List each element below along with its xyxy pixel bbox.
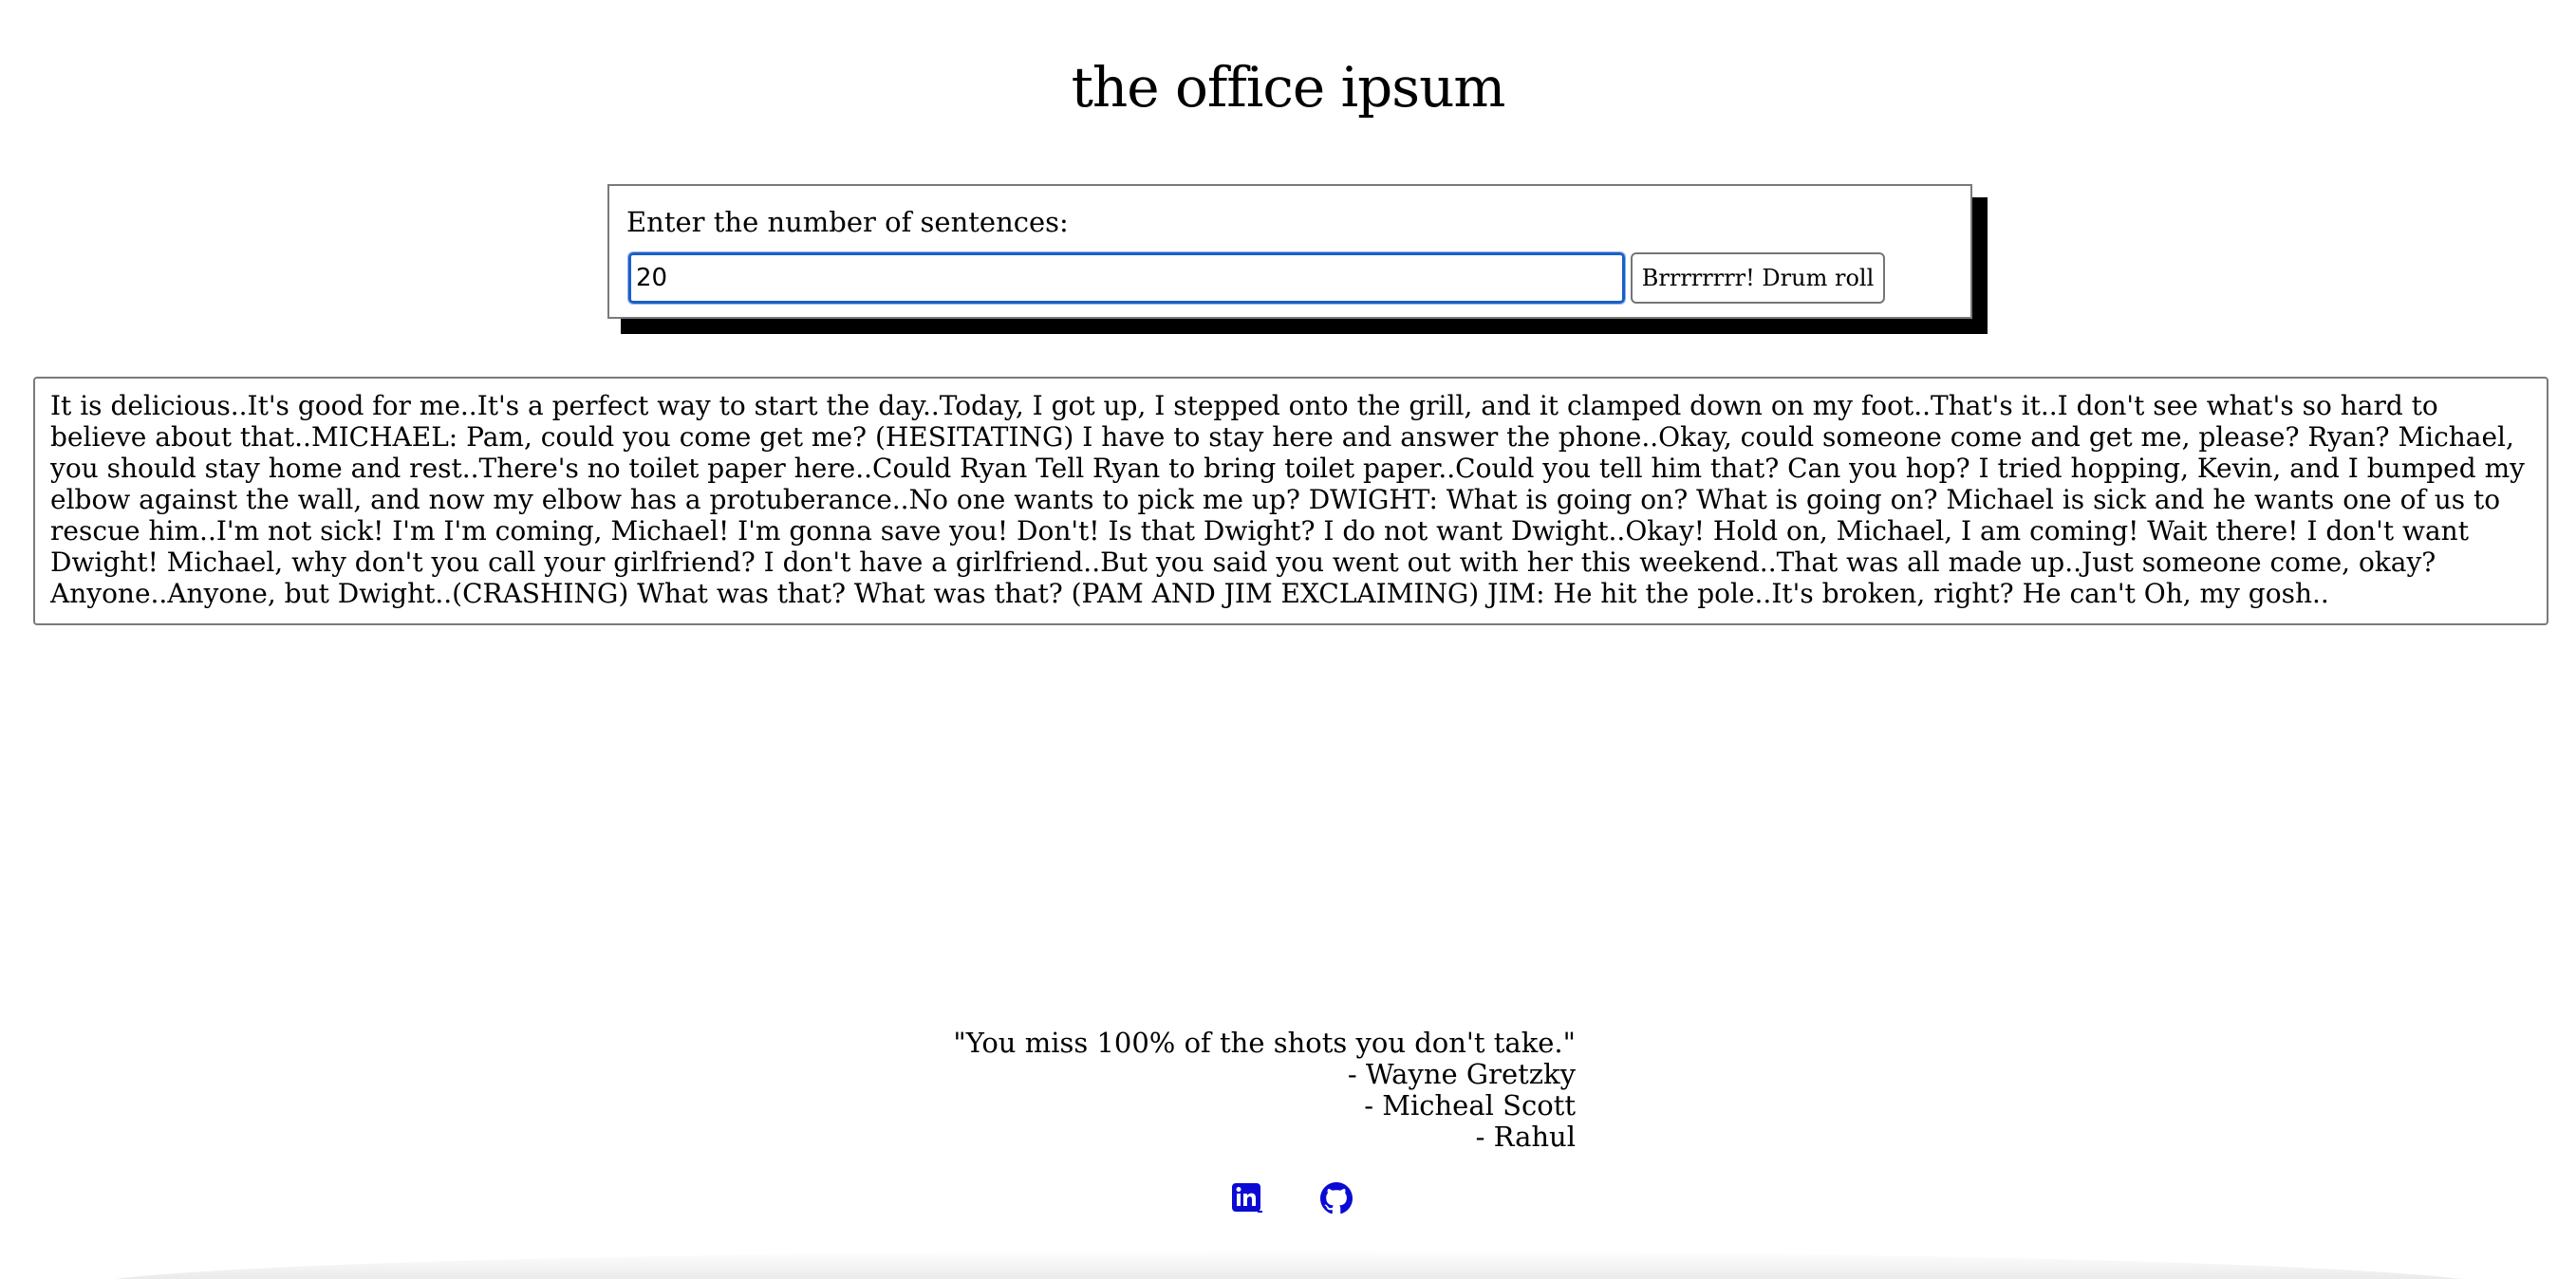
page: the office ipsum Enter the number of sen…: [0, 0, 2576, 1279]
quote-attribution: - Rahul: [1475, 1121, 1576, 1153]
linkedin-link[interactable]: [1231, 1182, 1263, 1214]
footer-shadow: [76, 1251, 2500, 1279]
quote-attribution: - Wayne Gretzky: [1347, 1058, 1576, 1090]
quote-block: "You miss 100% of the shots you don't ta…: [854, 1028, 1576, 1153]
sentence-form: Enter the number of sentences: Brrrrrrrr…: [607, 184, 1972, 319]
linkedin-icon: [1232, 1183, 1262, 1213]
github-link[interactable]: [1320, 1182, 1353, 1214]
github-icon: [1320, 1182, 1353, 1214]
generated-ipsum-text: It is delicious..It's good for me..It's …: [33, 377, 2548, 625]
sentence-count-label: Enter the number of sentences:: [626, 206, 1069, 238]
generate-button[interactable]: Brrrrrrrr! Drum roll: [1631, 252, 1885, 304]
quote-text: "You miss 100% of the shots you don't ta…: [953, 1027, 1576, 1059]
page-title: the office ipsum: [1071, 55, 1506, 120]
sentence-count-input[interactable]: [627, 251, 1626, 305]
quote-attribution: - Micheal Scott: [1364, 1089, 1576, 1121]
